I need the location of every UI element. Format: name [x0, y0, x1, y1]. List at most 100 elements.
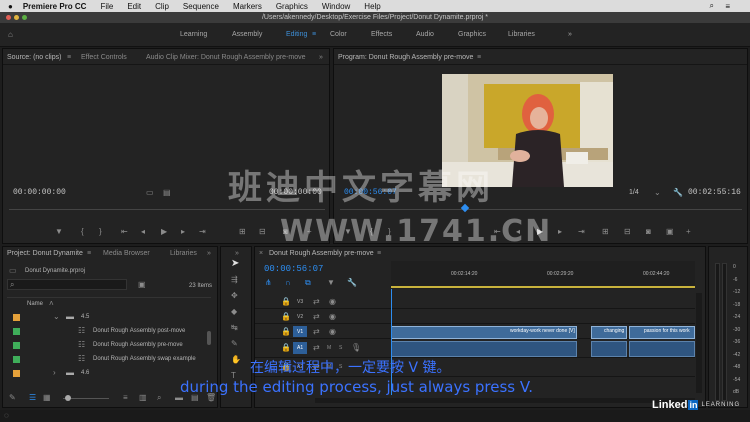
close-tab-icon[interactable]: × [259, 248, 263, 260]
workspace-menu-icon[interactable]: ≡ [312, 23, 316, 47]
overwrite-icon[interactable]: ⊟ [259, 227, 266, 237]
label-color-folder[interactable] [13, 314, 20, 321]
solo-button[interactable]: S [339, 343, 342, 353]
play-icon[interactable]: ▶ [161, 227, 167, 237]
tab-source[interactable]: Source: (no clips) [7, 52, 61, 64]
insert-nest-icon[interactable]: ⋔ [265, 278, 272, 288]
audio-clip[interactable] [629, 341, 695, 357]
column-name[interactable]: Name [27, 298, 43, 310]
comparison-view-icon[interactable]: ▣ [666, 227, 674, 237]
audio-clip[interactable] [391, 341, 577, 357]
eye-icon[interactable]: ◉ [329, 297, 336, 307]
menu-window[interactable]: Window [322, 2, 350, 11]
snap-icon[interactable]: ∩ [285, 278, 291, 288]
workspace-audio[interactable]: Audio [416, 23, 434, 47]
label-color-folder[interactable] [13, 370, 20, 377]
source-timecode[interactable]: 00:00:00:00 [13, 188, 66, 197]
add-marker-icon[interactable]: ▼ [55, 227, 63, 237]
video-clip[interactable]: changing [591, 326, 627, 339]
lock-icon[interactable]: 🔒 [281, 312, 291, 322]
audio-clip[interactable] [591, 341, 627, 357]
pen-tool-icon[interactable]: ✎ [231, 339, 238, 349]
sync-lock-icon[interactable]: ⇄ [313, 312, 320, 322]
label-color-sequence[interactable] [13, 342, 20, 349]
sequence-menu-icon[interactable]: ≡ [377, 248, 381, 260]
workspace-learning[interactable]: Learning [180, 23, 207, 47]
tab-project-menu-icon[interactable]: ≡ [87, 248, 91, 260]
mark-out-icon[interactable]: } [99, 227, 102, 237]
tab-program[interactable]: Program: Donut Rough Assembly pre-move [338, 52, 473, 64]
linked-selection-icon[interactable]: ⧉ [305, 278, 311, 288]
source-zoom-icon[interactable]: ▤ [163, 188, 171, 198]
ripple-edit-tool-icon[interactable]: ✥ [231, 291, 238, 301]
work-area-bar[interactable] [391, 286, 695, 288]
menu-list-icon[interactable]: ≡ [725, 2, 730, 11]
tab-libraries[interactable]: Libraries [170, 248, 197, 260]
video-clip[interactable]: workday-work never done [V] [391, 326, 577, 339]
insert-icon[interactable]: ⊞ [239, 227, 246, 237]
source-marker-icon[interactable]: ▭ [146, 188, 154, 198]
track-v3[interactable]: 🔒 V3 ⇄ ◉ [255, 295, 695, 309]
sync-lock-icon[interactable]: ⇄ [313, 343, 320, 353]
menu-sequence[interactable]: Sequence [183, 2, 219, 11]
add-marker-icon[interactable]: ▼ [327, 278, 335, 288]
menu-edit[interactable]: Edit [127, 2, 141, 11]
zoom-level-select[interactable]: 1/4 [629, 188, 639, 198]
more-workspaces-icon[interactable]: » [568, 23, 572, 47]
go-to-in-icon[interactable]: ⇤ [121, 227, 128, 237]
program-menu-icon[interactable]: ≡ [477, 52, 481, 64]
workspace-editing[interactable]: Editing [286, 23, 307, 47]
zoom-dropdown-icon[interactable]: ⌄ [654, 188, 661, 198]
tab-sequence[interactable]: Donut Rough Assembly pre-move [269, 248, 374, 260]
mark-in-icon[interactable]: { [81, 227, 84, 237]
workspace-effects[interactable]: Effects [371, 23, 392, 47]
step-forward-icon[interactable]: ▸ [181, 227, 185, 237]
folder-name[interactable]: 4.6 [81, 367, 89, 379]
time-ruler[interactable]: 00:02:14:20 00:02:29:20 00:02:44:20 [391, 261, 695, 289]
menu-file[interactable]: File [100, 2, 113, 11]
eye-icon[interactable]: ◉ [329, 327, 336, 337]
prog-step-forward-icon[interactable]: ▸ [558, 227, 562, 237]
tab-effect-controls[interactable]: Effect Controls [81, 52, 127, 64]
program-scrub-bar[interactable] [340, 209, 742, 210]
hand-tool-icon[interactable]: ✋ [231, 355, 241, 365]
more-tabs-icon[interactable]: » [319, 52, 323, 64]
video-clip[interactable]: passion for this work [629, 326, 695, 339]
slip-tool-icon[interactable]: ↹ [231, 323, 238, 333]
sequence-item[interactable]: Donut Rough Assembly swap example [93, 353, 196, 365]
menu-markers[interactable]: Markers [233, 2, 262, 11]
selection-tool-icon[interactable]: ➤ [231, 259, 239, 269]
zoom-window-icon[interactable] [22, 15, 27, 20]
tab-project[interactable]: Project: Donut Dynamite [7, 248, 83, 260]
mic-icon[interactable]: 🎙 [351, 343, 361, 353]
close-window-icon[interactable] [6, 15, 11, 20]
tab-media-browser[interactable]: Media Browser [103, 248, 150, 260]
timeline-timecode[interactable]: 00:00:56:07 [264, 264, 323, 274]
list-view-icon[interactable]: ☰ [29, 393, 36, 403]
tab-audio-clip-mixer[interactable]: Audio Clip Mixer: Donut Rough Assembly p… [146, 52, 306, 64]
search-icon[interactable]: ⌕ [710, 1, 714, 11]
wrench-icon[interactable]: 🔧 [673, 188, 683, 198]
lock-icon[interactable]: ✎ [9, 393, 16, 403]
eye-icon[interactable]: ◉ [329, 312, 336, 322]
track-select-tool-icon[interactable]: ⇶ [231, 275, 238, 285]
razor-tool-icon[interactable]: ◆ [231, 307, 237, 317]
prog-go-to-out-icon[interactable]: ⇥ [578, 227, 585, 237]
workspace-graphics[interactable]: Graphics [458, 23, 486, 47]
mute-button[interactable]: M [327, 343, 331, 353]
zoom-slider-handle[interactable] [65, 395, 71, 401]
sort-asc-icon[interactable]: ˄ [49, 299, 54, 309]
minimize-window-icon[interactable] [14, 15, 19, 20]
vertical-scrollbar[interactable] [696, 293, 702, 393]
menu-help[interactable]: Help [364, 2, 380, 11]
icon-view-icon[interactable]: ▦ [43, 393, 51, 403]
app-name[interactable]: Premiere Pro CC [23, 2, 87, 11]
sync-lock-icon[interactable]: ⇄ [313, 327, 320, 337]
automate-icon[interactable]: ▥ [139, 393, 147, 403]
new-search-bin-icon[interactable]: ▣ [138, 280, 146, 290]
track-v2[interactable]: 🔒 V2 ⇄ ◉ [255, 310, 695, 324]
horizontal-scrollbar[interactable] [315, 398, 695, 403]
sequence-item[interactable]: Donut Rough Assembly post-move [93, 325, 185, 337]
label-color-sequence[interactable] [13, 356, 20, 363]
collapse-icon[interactable]: ⌄ [53, 312, 60, 322]
